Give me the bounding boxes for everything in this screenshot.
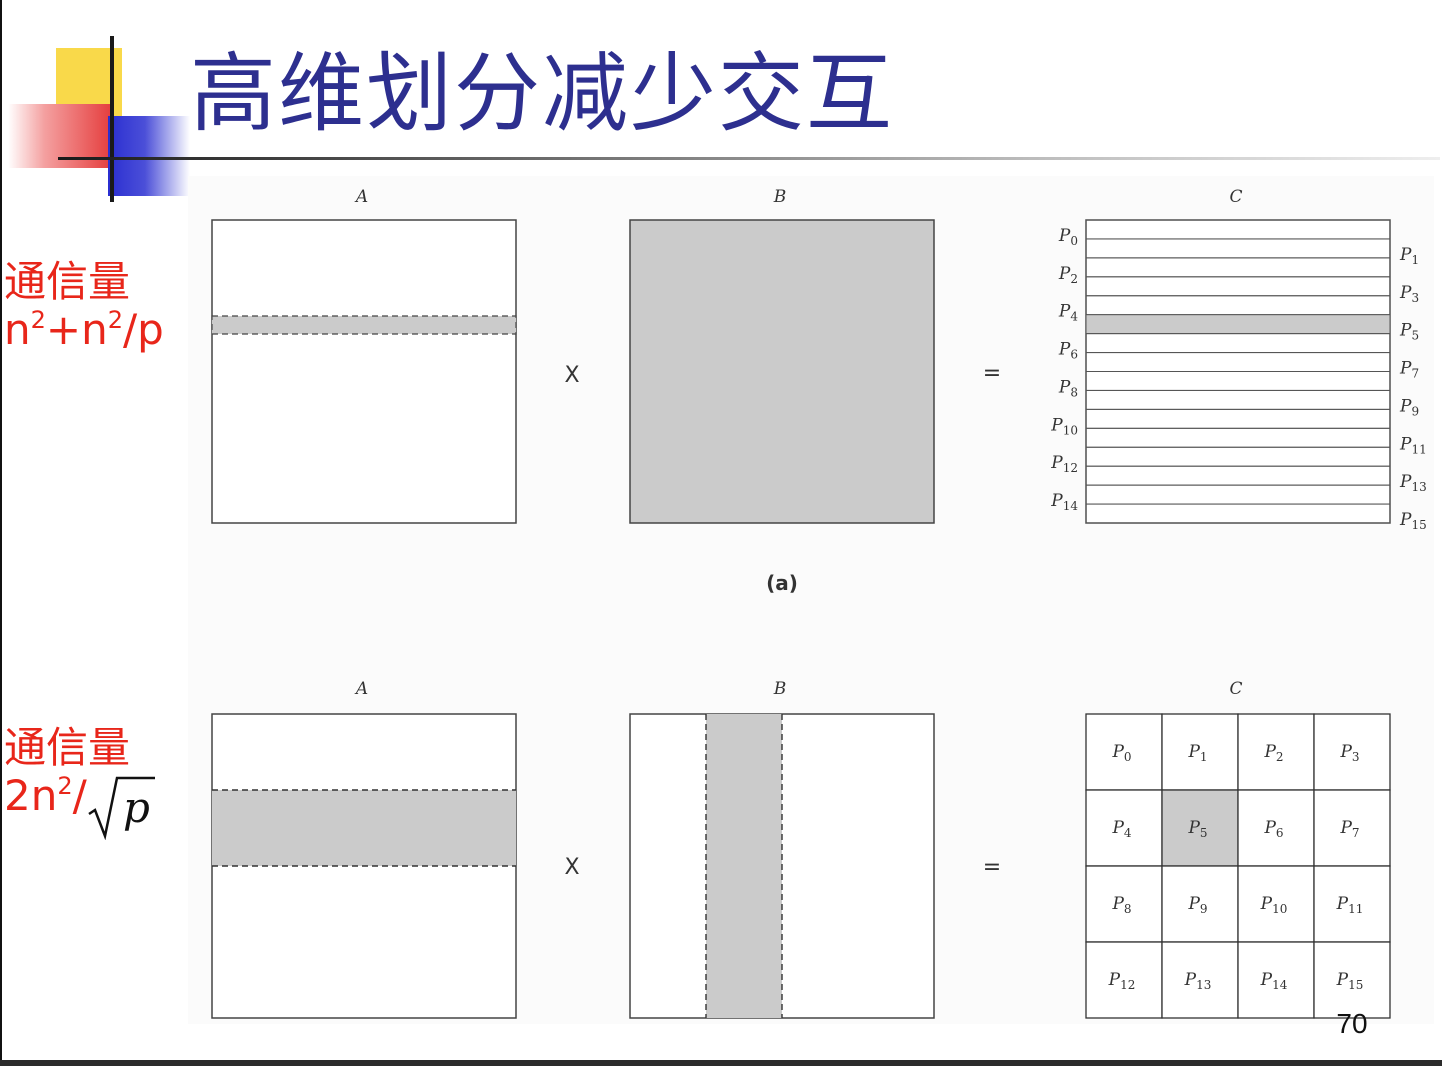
matrix-a [211, 219, 517, 524]
matrix-b-label: B [773, 679, 787, 699]
title-underline [58, 157, 1440, 160]
row-processor-label: P12 [1050, 453, 1078, 475]
row-processor-label: P2 [1058, 264, 1078, 286]
matrix-b-column-block [706, 714, 782, 1018]
caption-a: (a) [766, 571, 798, 595]
matrix-c-label: C [1229, 679, 1242, 699]
panel-b: A B C X = P0 P1 P2 P3P4 P5 P6 P7P8 P9 P10 P11P12 P… [211, 679, 1391, 1019]
page-number: 70 [1336, 1008, 1368, 1039]
slide-left-border [0, 0, 2, 1060]
row-processor-label: P15 [1399, 510, 1427, 532]
row-processor-label: P14 [1050, 491, 1078, 513]
matrix-b-label: B [773, 187, 787, 207]
row-processor-label: P6 [1058, 340, 1078, 362]
matrix-c-rows: P0 P2 P4 P6 P8 P10 P12 P14 P1 P3 P5 P7 P9 P11 P13 P15 [1050, 219, 1427, 532]
row-processor-label: P7 [1399, 359, 1419, 381]
comm-volume-1: 通信量 n2+n2/p [4, 258, 164, 354]
multiply-operator: X [564, 363, 579, 388]
title-decoration-vertical-line [110, 36, 114, 202]
slide-title: 高维划分减少交互 [190, 44, 894, 144]
comm-volume-2: 通信量 2n2/p [4, 723, 157, 841]
equals-operator: = [983, 855, 1001, 880]
matrix-c-row [1085, 314, 1391, 335]
matrix-c-grid: P0 P1 P2 P3P4 P5 P6 P7P8 P9 P10 P11P12 P13 P14 P15 [1085, 713, 1391, 1019]
row-processor-label: P9 [1399, 396, 1419, 418]
row-processor-label: P4 [1058, 302, 1078, 324]
matrix-partition-figure: A B C X = P0 P2 P4 P6 P8 P10 P12 P14 P1 P3 P5 P7 P9 P… [188, 176, 1434, 1024]
row-processor-label: P3 [1399, 283, 1419, 305]
row-processor-label: P5 [1399, 321, 1419, 343]
row-processor-label: P1 [1399, 245, 1419, 267]
title-decoration-blue-square [108, 116, 190, 196]
matrix-a-row-strip [211, 315, 517, 335]
panel-a: A B C X = P0P2P4P6P8P10P12P14P1P3P5P7P9P… [211, 187, 1427, 595]
matrix-a-label: A [354, 679, 368, 699]
row-processor-label: P10 [1050, 415, 1078, 437]
matrix-c-label: C [1229, 187, 1242, 207]
matrix-a-row-block [212, 790, 516, 866]
multiply-operator: X [564, 855, 579, 880]
row-processor-label: P0 [1058, 226, 1078, 248]
comm-volume-formula: n2+n2/p [4, 305, 164, 354]
sqrt-symbol: p [87, 774, 157, 841]
row-processor-label: P13 [1399, 472, 1427, 494]
comm-volume-label: 通信量 [4, 723, 131, 772]
row-processor-label: P11 [1399, 434, 1427, 456]
comm-volume-formula: 2n2/p [4, 772, 157, 841]
sqrt-radicand: p [123, 783, 150, 832]
matrix-b [629, 219, 935, 524]
comm-volume-label: 通信量 [4, 257, 131, 306]
slide-bottom-bar [0, 1060, 1442, 1066]
equals-operator: = [983, 361, 1001, 386]
row-processor-label: P8 [1058, 377, 1078, 399]
matrix-a-label: A [354, 187, 368, 207]
